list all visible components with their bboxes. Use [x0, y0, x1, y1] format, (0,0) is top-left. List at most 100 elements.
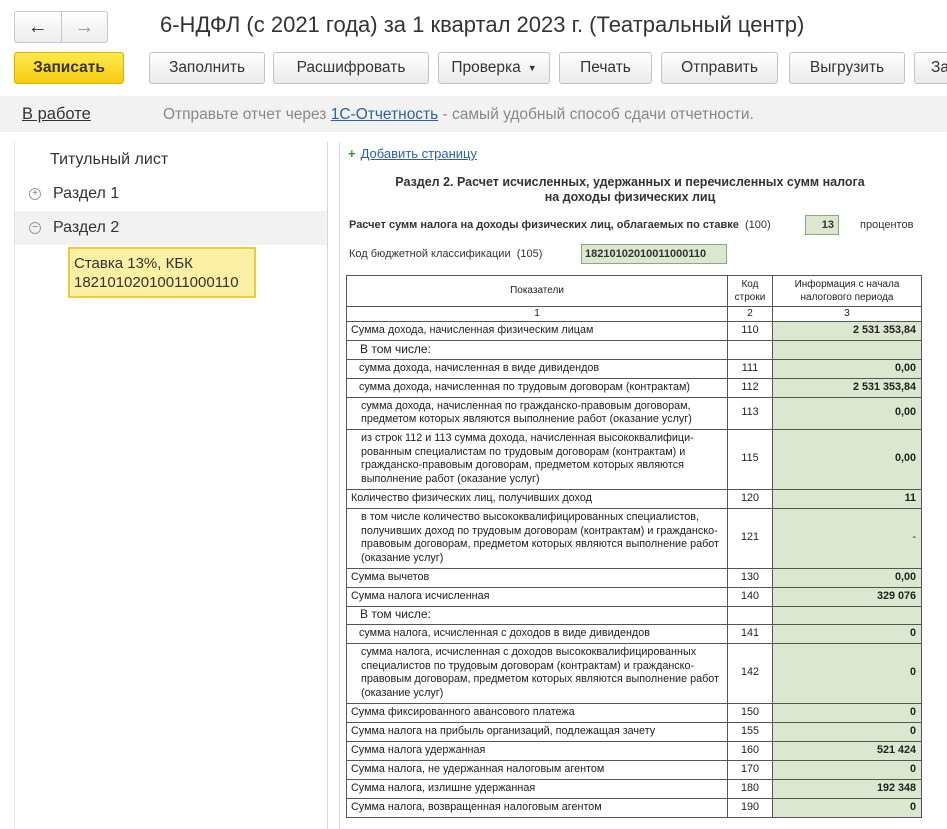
table-row: Сумма дохода, начисленная физическим лиц… [346, 320, 922, 341]
row-value[interactable]: 2 531 353,84 [772, 377, 922, 398]
tree-item-section-1[interactable]: + Раздел 1 [15, 177, 327, 211]
row-code: 150 [727, 702, 773, 723]
status-link[interactable]: В работе [22, 105, 91, 124]
row-code: 142 [727, 642, 773, 704]
row-label: из строк 112 и 113 сумма дохода, начисле… [346, 428, 728, 490]
row-code [727, 605, 773, 625]
col-header-indicators: Показатели [346, 275, 728, 307]
row-code: 180 [727, 778, 773, 799]
row-value[interactable]: 0 [772, 623, 922, 644]
table-row: сумма налога, исчисленная с доходов в ви… [346, 623, 922, 644]
row-value[interactable]: 2 531 353,84 [772, 320, 922, 341]
row-code [727, 339, 773, 360]
row-label: Сумма налога, не удержанная налоговым аг… [346, 759, 728, 780]
row-value [772, 339, 922, 360]
row-value[interactable]: 0 [772, 797, 922, 818]
row-code: 130 [727, 567, 773, 588]
row-value[interactable]: 521 424 [772, 740, 922, 761]
back-arrow-icon[interactable]: ← [15, 12, 61, 42]
row-label: в том числе количество высококвалифициро… [346, 507, 728, 569]
row-label: Сумма фиксированного авансового платежа [346, 702, 728, 723]
rate-unit: процентов [860, 219, 914, 231]
table-row: В том числе: [346, 339, 922, 360]
row-value [772, 605, 922, 625]
tree-item-rate-13-kbk[interactable]: Ставка 13%, КБК 18210102010011000110 [68, 247, 256, 298]
row-code: 141 [727, 623, 773, 644]
export-button[interactable]: Выгрузить [789, 52, 905, 84]
row-label: В том числе: [346, 339, 728, 360]
table-row: Сумма налога, не удержанная налоговым аг… [346, 759, 922, 780]
row-value[interactable]: 0,00 [772, 396, 922, 430]
row-value[interactable]: 0 [772, 721, 922, 742]
row-code: 121 [727, 507, 773, 569]
table-row: Сумма налога, излишне удержанная 180 192 3… [346, 778, 922, 799]
report-table: Показатели Код строки Информация с начала… [346, 275, 922, 818]
row-value[interactable]: 0 [772, 642, 922, 704]
kbk-code: (105) [516, 248, 543, 260]
row-value[interactable]: 11 [772, 488, 922, 509]
tree-item-title-page[interactable]: Титульный лист [15, 143, 327, 177]
table-row: Сумма налога, возвращенная налоговым аге… [346, 797, 922, 818]
promo-link[interactable]: 1С-Отчетность [331, 106, 439, 123]
row-label: сумма дохода, начисленная по трудовым до… [346, 377, 728, 398]
table-row: сумма налога, исчисленная с доходов высо… [346, 642, 922, 704]
table-row: Количество физических лиц, получивших до… [346, 488, 922, 509]
save-button[interactable]: Записать [14, 52, 124, 84]
rate-label-text: Расчет сумм налога на доходы физических … [349, 219, 739, 231]
forward-arrow-icon[interactable]: → [60, 12, 108, 42]
rate-label: Расчет сумм налога на доходы физических … [349, 219, 771, 231]
row-value[interactable]: - [772, 507, 922, 569]
row-value[interactable]: 0,00 [772, 567, 922, 588]
check-dropdown-button[interactable]: Проверка ▼ [438, 52, 550, 84]
table-row: сумма дохода, начисленная по гражданско-… [346, 396, 922, 430]
tree-item-label: Раздел 1 [53, 185, 120, 202]
tree-item-label: Титульный лист [50, 151, 169, 168]
row-value[interactable]: 0 [772, 702, 922, 723]
col-number: 1 [346, 306, 728, 322]
add-page-link[interactable]: + Добавить страницу [348, 146, 477, 161]
row-code: 155 [727, 721, 773, 742]
table-row: из строк 112 и 113 сумма дохода, начисле… [346, 428, 922, 490]
row-code: 140 [727, 586, 773, 607]
fill-button[interactable]: Заполнить [149, 52, 265, 84]
print-button[interactable]: Печать [559, 52, 652, 84]
row-label: сумма налога, исчисленная с доходов в ви… [346, 623, 728, 644]
kbk-value-field[interactable]: 18210102010011000110 [581, 244, 727, 264]
decode-button[interactable]: Расшифровать [273, 52, 429, 84]
promo-before: Отправьте отчет через [163, 106, 331, 123]
row-label: сумма налога, исчисленная с доходов высо… [346, 642, 728, 704]
row-code: 120 [727, 488, 773, 509]
collapse-icon[interactable]: − [29, 222, 41, 234]
more-button[interactable]: За [914, 52, 947, 84]
row-value[interactable]: 0 [772, 759, 922, 780]
col-header-code: Код строки [727, 275, 773, 307]
send-button[interactable]: Отправить [661, 52, 778, 84]
col-number: 2 [727, 306, 773, 322]
row-code: 170 [727, 759, 773, 780]
tree-item-section-2[interactable]: − Раздел 2 [15, 211, 327, 245]
info-header-line-1: Информация с начала [794, 278, 900, 290]
row-label: Сумма налога, излишне удержанная [346, 778, 728, 799]
row-value[interactable]: 329 076 [772, 586, 922, 607]
table-row: Сумма вычетов 130 0,00 [346, 567, 922, 588]
row-label: Сумма налога удержанная [346, 740, 728, 761]
table-row: сумма дохода, начисленная в виде дивиден… [346, 358, 922, 379]
rate-value-field[interactable]: 13 [805, 215, 839, 235]
row-code: 115 [727, 428, 773, 490]
table-row: в том числе количество высококвалифициро… [346, 507, 922, 569]
row-value[interactable]: 0,00 [772, 358, 922, 379]
row-label: Сумма дохода, начисленная физическим лиц… [346, 320, 728, 341]
table-row: Сумма налога исчисленная 140 329 076 [346, 586, 922, 607]
rate-code: (100) [744, 219, 771, 231]
add-page-label: Добавить страницу [360, 146, 477, 161]
code-header-line-1: Код [741, 278, 759, 290]
chevron-down-icon: ▼ [527, 63, 537, 73]
row-label: Сумма налога, возвращенная налоговым аге… [346, 797, 728, 818]
table-row: Сумма фиксированного авансового платежа 1… [346, 702, 922, 723]
row-label: сумма дохода, начисленная в виде дивиден… [346, 358, 728, 379]
row-value[interactable]: 0,00 [772, 428, 922, 490]
row-value[interactable]: 192 348 [772, 778, 922, 799]
expand-icon[interactable]: + [29, 188, 41, 200]
heading-line-1: Раздел 2. Расчет исчисленных, удержанных… [395, 175, 865, 189]
plus-icon: + [348, 146, 356, 161]
